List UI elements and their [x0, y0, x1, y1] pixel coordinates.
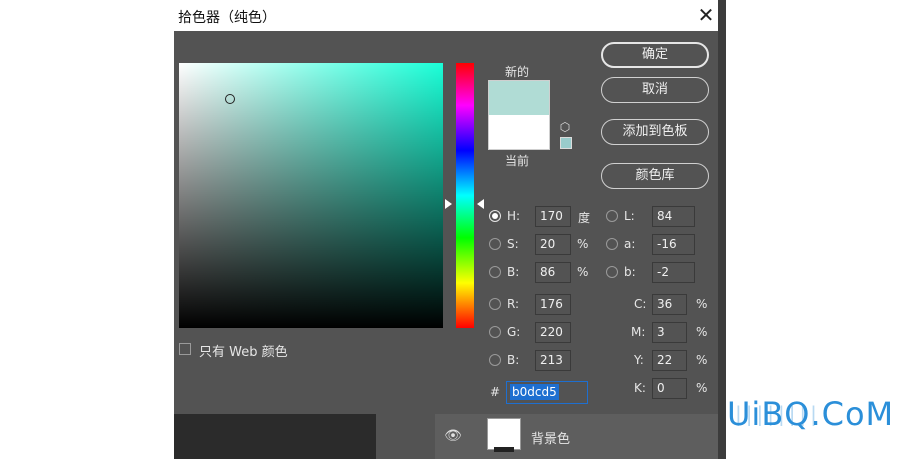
current-color-swatch[interactable]: [488, 115, 550, 150]
watermark-logo: UiBQ.CoM: [727, 395, 895, 433]
magenta-unit: %: [696, 325, 708, 339]
layer-row-background[interactable]: [435, 414, 718, 459]
red-input[interactable]: 176: [535, 294, 571, 315]
radio-green[interactable]: [489, 326, 501, 338]
layers-panel-dark-area: [174, 414, 376, 459]
saturation-brightness-field[interactable]: [179, 63, 443, 328]
close-icon[interactable]: ✕: [694, 3, 718, 27]
radio-saturation[interactable]: [489, 238, 501, 250]
cancel-button[interactable]: 取消: [601, 77, 709, 103]
ok-button[interactable]: 确定: [601, 42, 709, 68]
hue-slider-handle-left[interactable]: [445, 199, 452, 209]
cyan-unit: %: [696, 297, 708, 311]
b-channel-label: b:: [624, 265, 636, 279]
hex-input-value[interactable]: b0dcd5: [510, 384, 559, 400]
black-input[interactable]: 0: [652, 378, 687, 399]
a-channel-input[interactable]: -16: [652, 234, 695, 255]
blue-label: B:: [507, 353, 520, 367]
green-label: G:: [507, 325, 521, 339]
yellow-label: Y:: [634, 353, 644, 367]
yellow-unit: %: [696, 353, 708, 367]
green-input[interactable]: 220: [535, 322, 571, 343]
layer-thumbnail-bar: [494, 447, 514, 452]
lightness-input[interactable]: 84: [652, 206, 695, 227]
dialog-title: 拾色器（纯色）: [178, 10, 276, 26]
web-safe-color-swatch[interactable]: [560, 137, 572, 149]
saturation-input[interactable]: 20: [535, 234, 571, 255]
brightness-input[interactable]: 86: [535, 262, 571, 283]
magenta-input[interactable]: 3: [652, 322, 687, 343]
saturation-unit: %: [577, 237, 589, 251]
layer-thumbnail: [487, 418, 521, 450]
red-label: R:: [507, 297, 520, 311]
hue-label: H:: [507, 209, 521, 223]
hue-input[interactable]: 170: [535, 206, 571, 227]
yellow-input[interactable]: 22: [652, 350, 687, 371]
hue-unit: 度: [578, 211, 591, 225]
web-safe-cube-icon[interactable]: ⬡: [558, 120, 572, 134]
radio-red[interactable]: [489, 298, 501, 310]
brightness-label: B:: [507, 265, 520, 279]
web-only-checkbox[interactable]: [179, 343, 191, 355]
new-color-label: 新的: [505, 65, 530, 79]
app-background-edge: [718, 0, 726, 459]
hue-slider-handle-right[interactable]: [477, 199, 484, 209]
radio-blue[interactable]: [489, 354, 501, 366]
cyan-label: C:: [634, 297, 647, 311]
black-label: K:: [634, 381, 646, 395]
black-unit: %: [696, 381, 708, 395]
cyan-input[interactable]: 36: [652, 294, 687, 315]
new-color-swatch: [488, 80, 550, 115]
eye-icon[interactable]: 👁: [444, 427, 462, 445]
hue-slider[interactable]: [456, 63, 474, 328]
web-only-label: 只有 Web 颜色: [199, 345, 288, 360]
color-libraries-button[interactable]: 颜色库: [601, 163, 709, 189]
brightness-unit: %: [577, 265, 589, 279]
blue-input[interactable]: 213: [535, 350, 571, 371]
add-to-swatches-button[interactable]: 添加到色板: [601, 119, 709, 145]
radio-hue[interactable]: [489, 210, 501, 222]
a-channel-label: a:: [624, 237, 636, 251]
magenta-label: M:: [631, 325, 646, 339]
lightness-label: L:: [624, 209, 635, 223]
color-picker-cursor[interactable]: [225, 94, 235, 104]
radio-b-channel[interactable]: [606, 266, 618, 278]
b-channel-input[interactable]: -2: [652, 262, 695, 283]
current-color-label: 当前: [505, 154, 530, 168]
radio-brightness[interactable]: [489, 266, 501, 278]
layer-name: 背景色: [531, 432, 571, 447]
hex-hash-label: #: [490, 385, 501, 399]
radio-lightness[interactable]: [606, 210, 618, 222]
saturation-label: S:: [507, 237, 519, 251]
radio-a-channel[interactable]: [606, 238, 618, 250]
